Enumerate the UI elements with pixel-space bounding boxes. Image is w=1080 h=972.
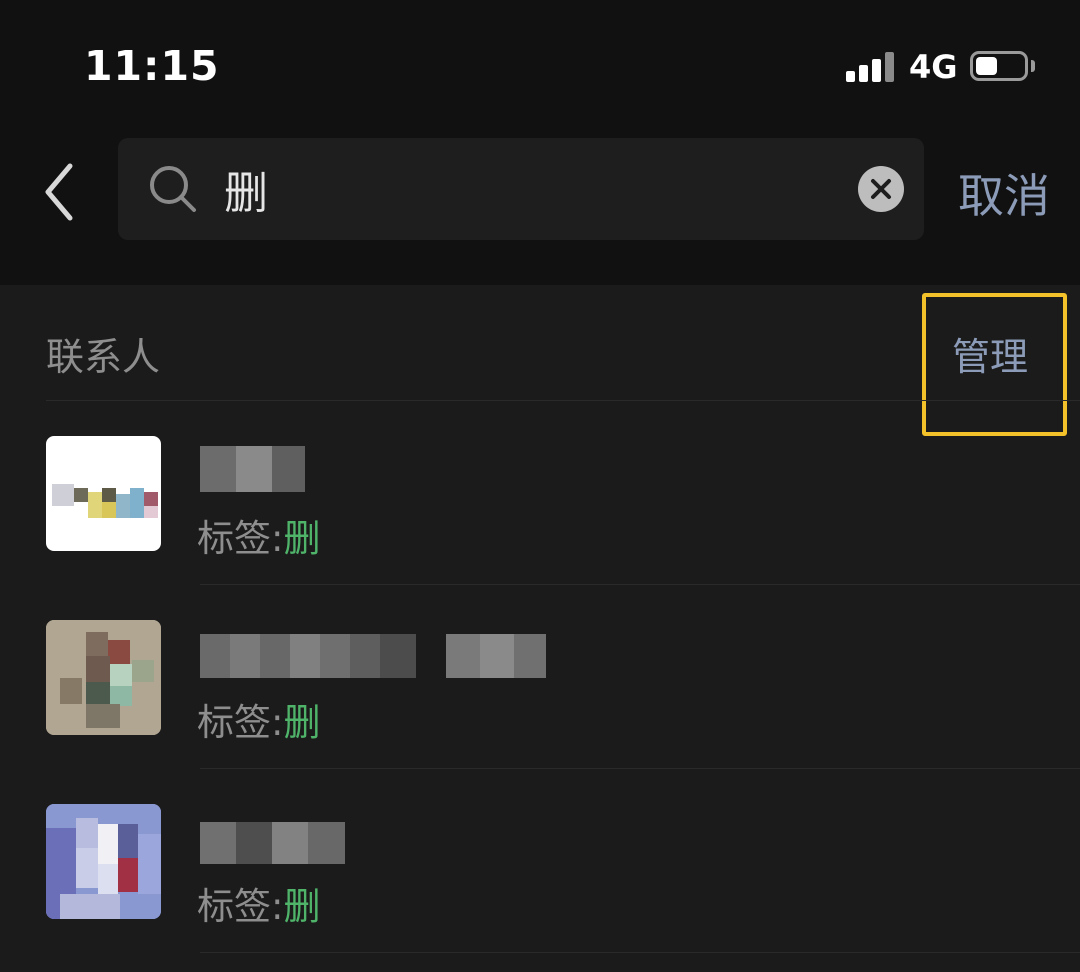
contact-name-redacted (200, 822, 345, 864)
wechat-contact-search-screen: 11:15 4G 删 取消 联系人 管理 标签:删 标签:删 标签:删 (0, 0, 1080, 972)
battery-icon (970, 51, 1028, 81)
network-type: 4G (909, 48, 958, 86)
clear-search-button[interactable] (858, 166, 904, 212)
tag-match-text: 删 (283, 517, 321, 560)
tag-prefix: 标签: (197, 885, 284, 928)
cellular-signal-icon (846, 52, 896, 82)
search-box[interactable] (118, 138, 924, 240)
avatar (46, 620, 161, 735)
highlight-annotation-box (922, 293, 1067, 436)
tag-prefix: 标签: (197, 701, 284, 744)
divider (200, 768, 1080, 769)
header-area: 11:15 4G 删 取消 (0, 0, 1080, 285)
contact-name-redacted (200, 446, 305, 492)
section-title-contacts: 联系人 (46, 335, 161, 379)
search-icon (150, 166, 196, 212)
search-input[interactable] (224, 162, 824, 216)
contact-row[interactable]: 标签:删 (0, 436, 1080, 620)
divider (200, 952, 1080, 953)
contact-tag-line: 标签:删 (197, 692, 320, 746)
contact-name-redacted (200, 634, 546, 678)
contact-tag-line: 标签:删 (197, 508, 320, 562)
divider (46, 400, 1080, 401)
contact-tag-line: 标签:删 (197, 876, 320, 930)
status-time: 11:15 (84, 42, 220, 90)
contact-row[interactable]: 标签:删 (0, 620, 1080, 804)
chevron-left-icon (45, 163, 73, 221)
clear-circle-x-icon (871, 179, 891, 199)
tag-match-text: 删 (283, 701, 321, 744)
battery-level-fill (976, 57, 997, 75)
avatar (46, 436, 161, 551)
tag-match-text: 删 (283, 885, 321, 928)
contact-row[interactable]: 标签:删 (0, 804, 1080, 972)
battery-tip (1031, 60, 1035, 72)
tag-prefix: 标签: (197, 517, 284, 560)
cancel-button[interactable]: 取消 (958, 160, 1050, 226)
divider (200, 584, 1080, 585)
avatar (46, 804, 161, 919)
back-button[interactable] (36, 160, 86, 224)
